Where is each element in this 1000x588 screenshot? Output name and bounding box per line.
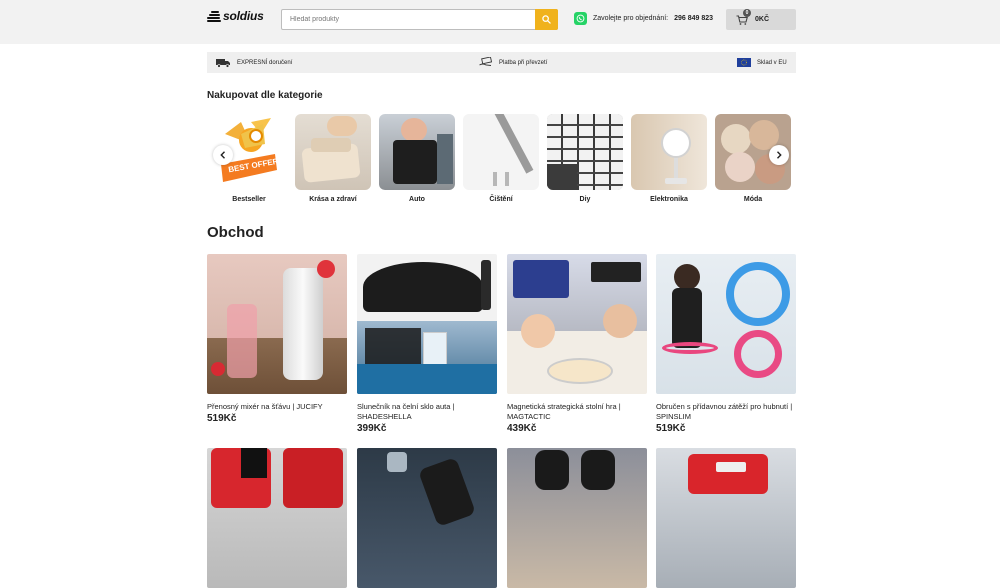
product-price: 399Kč [357,423,387,434]
categories-heading: Nakupovat dle kategorie [207,90,323,101]
logo[interactable]: soldius [207,8,264,24]
product-card[interactable] [357,448,497,588]
product-price: 519Kč [207,413,237,424]
features-bar: EXPRESNÍ doručení Platba při převzetí Sk… [207,52,796,73]
product-image [656,254,796,394]
product-name[interactable]: Magnetická strategická stolní hra | MAGT… [507,402,647,422]
feature-label: Sklad v EU [757,59,787,66]
shop-heading: Obchod [207,224,264,241]
logo-icon [207,10,221,22]
eu-flag-icon [737,58,751,67]
product-image [507,254,647,394]
category-label: Auto [409,196,425,203]
category-electronics[interactable]: Elektronika [631,114,707,203]
product-card[interactable]: Slunečník na čelní sklo auta | SHADESHEL… [357,254,497,434]
cart-count-badge: 0 [743,8,751,17]
whatsapp-phone: 296 849 823 [674,15,714,22]
cart-total: 0KČ [755,16,770,23]
product-card[interactable]: Přenosný mixér na šťávu | JUCIFY 519Kč [207,254,347,424]
category-label: Diy [579,196,591,203]
product-card[interactable] [507,448,647,588]
search-icon [542,15,551,24]
whatsapp-label: Zavolejte pro objednání: [593,15,669,22]
product-card[interactable] [656,448,796,588]
search-input[interactable] [282,10,536,29]
feature-express-delivery: EXPRESNÍ doručení [216,52,292,73]
category-image [295,114,371,190]
category-image [631,114,707,190]
category-label: Elektronika [650,196,688,203]
product-name[interactable]: Slunečník na čelní sklo auta | SHADESHEL… [357,402,497,422]
feature-eu-warehouse: Sklad v EU [737,52,787,73]
category-label: Krása a zdraví [309,196,357,203]
category-image [463,114,539,190]
header-bar: soldius Zavolejte pro objednání: 296 849… [0,0,1000,44]
product-name[interactable]: Přenosný mixér na šťávu | JUCIFY [207,402,347,412]
category-beauty-health[interactable]: Krása a zdraví [295,114,371,203]
product-price: 519Kč [656,423,686,434]
truck-icon [216,58,230,68]
cart-icon: 0 [736,8,751,25]
search-bar [281,9,558,30]
product-image [357,448,497,588]
product-image [656,448,796,588]
product-price: 439Kč [507,423,537,434]
product-card[interactable]: Obručen s přídavnou zátěží pro hubnutí |… [656,254,796,434]
product-card[interactable] [207,448,347,588]
category-image [379,114,455,190]
search-button[interactable] [535,9,558,30]
feature-cash-on-delivery: Platba při převzetí [479,52,547,73]
category-label: Čištění [489,196,513,203]
whatsapp-contact[interactable]: Zavolejte pro objednání: 296 849 823 [574,12,713,25]
product-card[interactable]: Magnetická strategická stolní hra | MAGT… [507,254,647,434]
feature-label: Platba při převzetí [499,59,548,66]
carousel-next-button[interactable] [769,145,789,165]
product-name[interactable]: Obručen s přídavnou zátěží pro hubnutí |… [656,402,796,422]
product-image [207,254,347,394]
whatsapp-icon [574,12,587,25]
cash-hand-icon [479,57,493,66]
feature-label: EXPRESNÍ doručení [237,59,293,66]
product-image [357,254,497,394]
product-image [207,448,347,588]
product-image [507,448,647,588]
category-label: Móda [743,196,763,203]
category-auto[interactable]: Auto [379,114,455,203]
logo-text: soldius [223,9,264,23]
chevron-left-icon [220,151,225,159]
chevron-right-icon [777,151,782,159]
categories-carousel: BEST OFFER Bestseller Krása a zdraví Aut… [211,114,791,210]
category-label: Bestseller [232,196,266,203]
category-diy[interactable]: Diy [547,114,623,203]
cart-button[interactable]: 0 0KČ [726,8,796,30]
category-image [547,114,623,190]
carousel-prev-button[interactable] [213,145,233,165]
category-cleaning[interactable]: Čištění [463,114,539,203]
